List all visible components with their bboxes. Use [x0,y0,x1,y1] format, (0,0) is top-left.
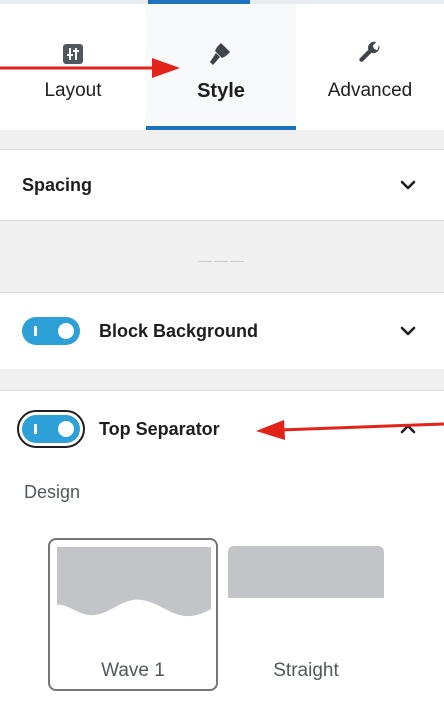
wrench-icon [356,40,384,68]
tab-layout[interactable]: Layout [0,4,146,126]
tab-style-label: Style [197,80,245,102]
toggle-on-mark [34,424,37,434]
tab-layout-label: Layout [44,80,102,101]
tab-style[interactable]: Style [146,4,296,126]
panel-spacing-title: Spacing [22,174,93,195]
toggle-on-mark [34,326,37,336]
panel-block-background-title: Block Background [99,320,259,341]
top-separator-toggle-focus-ring [17,410,85,448]
chevron-up-icon [400,424,416,434]
inspector-tabs: Layout Style Advanced [0,0,444,130]
layout-sliders-icon [59,40,87,68]
block-background-toggle[interactable] [22,317,80,345]
panel-gap [0,369,444,391]
separator-placeholder-area: ——— [0,221,444,293]
toggle-knob [58,323,74,339]
design-option-straight[interactable]: Straight [228,546,384,688]
wave-preview-icon [57,547,211,617]
design-option-wave-1[interactable]: Wave 1 [48,538,218,691]
design-option-label: Wave 1 [101,660,165,681]
paintbrush-icon [207,40,235,68]
toggle-knob [58,421,74,437]
chevron-down-icon [400,326,416,336]
panel-block-background-header[interactable]: Block Background [0,293,444,369]
panel-top-separator-title: Top Separator [99,418,220,439]
tab-advanced-label: Advanced [327,80,413,101]
panel-spacing-header[interactable]: Spacing [0,150,444,220]
panel-top-separator-header[interactable]: Top Separator [0,391,444,467]
chevron-down-icon [400,180,416,190]
separator-placeholder: ——— [198,252,246,268]
design-option-label: Straight [273,660,339,681]
design-label: Design [24,482,81,502]
top-separator-toggle[interactable] [22,415,80,443]
panel-gap [0,130,444,150]
tab-advanced[interactable]: Advanced [296,4,444,126]
straight-preview-icon [228,546,384,598]
